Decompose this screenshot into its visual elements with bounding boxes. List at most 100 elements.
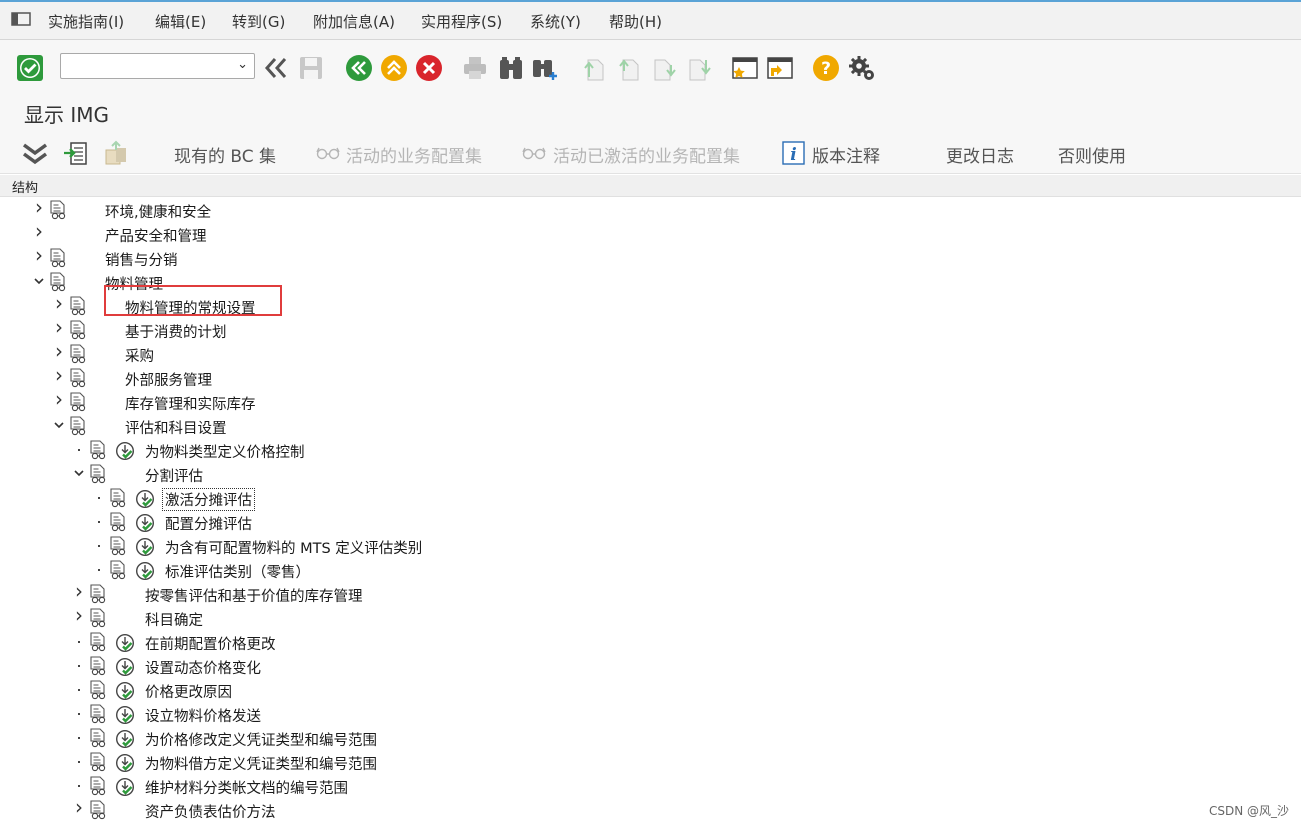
chevron-right-icon[interactable]: ›	[72, 579, 86, 603]
execute-activity-icon[interactable]	[115, 705, 135, 725]
execute-activity-icon[interactable]	[135, 561, 155, 581]
back-icon[interactable]	[345, 54, 373, 82]
menu-system[interactable]: 系统(Y)	[530, 11, 581, 32]
documentation-icon[interactable]	[69, 344, 88, 364]
execute-activity-icon[interactable]	[135, 489, 155, 509]
documentation-icon[interactable]	[89, 608, 108, 628]
tree-node-label[interactable]: 为价格修改定义凭证类型和编号范围	[145, 729, 377, 750]
shortcut-icon[interactable]	[766, 54, 794, 82]
tree-node-label[interactable]: 分割评估	[145, 465, 203, 486]
tree-node-label[interactable]: 销售与分销	[105, 249, 178, 270]
existing-bc-sets-button[interactable]: 现有的 BC 集	[174, 142, 276, 167]
documentation-icon[interactable]	[89, 464, 108, 484]
tree-node-label[interactable]: 评估和科目设置	[125, 417, 227, 438]
menu-edit[interactable]: 编辑(E)	[155, 11, 206, 32]
cancel-icon[interactable]	[415, 54, 443, 82]
documentation-icon[interactable]	[109, 512, 128, 532]
subtree-icon[interactable]	[62, 140, 90, 168]
menu-help[interactable]: 帮助(H)	[609, 11, 662, 32]
documentation-icon[interactable]	[69, 392, 88, 412]
tree-row[interactable]: › 销售与分销	[0, 243, 1301, 270]
tree-node-label[interactable]: 在前期配置价格更改	[145, 633, 276, 654]
documentation-icon[interactable]	[89, 584, 108, 604]
tree-row[interactable]: 标准评估类别（零售）	[0, 558, 1301, 582]
chevron-right-icon[interactable]: ›	[72, 795, 86, 819]
chevron-right-icon[interactable]: ›	[52, 315, 66, 339]
tree-row[interactable]: › 库存管理和实际库存	[0, 387, 1301, 414]
tree-row[interactable]: › 外部服务管理	[0, 363, 1301, 390]
execute-activity-icon[interactable]	[115, 729, 135, 749]
tree-node-label[interactable]: 价格更改原因	[145, 681, 232, 702]
tree-node-label[interactable]: 基于消费的计划	[125, 321, 227, 342]
execute-activity-icon[interactable]	[115, 441, 135, 461]
documentation-icon[interactable]	[49, 248, 68, 268]
tree-node-label[interactable]: 科目确定	[145, 609, 203, 630]
deprecated-button[interactable]: 否则使用	[1058, 142, 1126, 167]
tree-row[interactable]: 为物料类型定义价格控制	[0, 438, 1301, 462]
tree-row[interactable]: 为含有可配置物料的 MTS 定义评估类别	[0, 534, 1301, 558]
chevron-right-icon[interactable]: ›	[32, 243, 46, 267]
documentation-icon[interactable]	[89, 656, 108, 676]
enter-check-icon[interactable]	[16, 54, 44, 82]
tree-row[interactable]: › 基于消费的计划	[0, 315, 1301, 342]
tree-node-label[interactable]: 外部服务管理	[125, 369, 212, 390]
chevron-down-icon[interactable]	[32, 272, 46, 290]
chevron-right-icon[interactable]: ›	[52, 363, 66, 387]
documentation-icon[interactable]	[89, 752, 108, 772]
info-icon[interactable]: i	[782, 141, 805, 165]
tree-row[interactable]: 激活分摊评估	[0, 486, 1301, 511]
tree-row[interactable]: › 资产负债表估价方法	[0, 795, 1301, 822]
exit-icon[interactable]	[380, 54, 408, 82]
documentation-icon[interactable]	[109, 488, 128, 508]
tree-node-label[interactable]: 为含有可配置物料的 MTS 定义评估类别	[165, 537, 422, 558]
chevron-right-icon[interactable]: ›	[32, 195, 46, 219]
tree-row[interactable]: 为价格修改定义凭证类型和编号范围	[0, 726, 1301, 750]
tree-node-label[interactable]: 激活分摊评估	[162, 488, 255, 511]
tree-node-label[interactable]: 配置分摊评估	[165, 513, 252, 534]
documentation-icon[interactable]	[69, 296, 88, 316]
chevron-down-icon[interactable]	[72, 464, 86, 482]
documentation-icon[interactable]	[89, 704, 108, 724]
execute-activity-icon[interactable]	[115, 657, 135, 677]
command-input[interactable]	[61, 54, 231, 78]
tree-row[interactable]: 在前期配置价格更改	[0, 630, 1301, 654]
tree-node-label[interactable]: 按零售评估和基于价值的库存管理	[145, 585, 363, 606]
command-field[interactable]: ⌄	[60, 53, 255, 79]
find-next-icon[interactable]	[531, 54, 559, 82]
tree-node-label[interactable]: 设立物料价格发送	[145, 705, 261, 726]
documentation-icon[interactable]	[69, 368, 88, 388]
tree-row[interactable]: 设置动态价格变化	[0, 654, 1301, 678]
tree-row[interactable]: 评估和科目设置	[0, 414, 1301, 438]
chevron-down-icon[interactable]: ⌄	[237, 57, 248, 72]
tree-node-label[interactable]: 环境,健康和安全	[105, 201, 211, 222]
chevron-right-icon[interactable]: ›	[52, 291, 66, 315]
documentation-icon[interactable]	[89, 800, 108, 820]
tree-row[interactable]: 配置分摊评估	[0, 510, 1301, 534]
documentation-icon[interactable]	[109, 536, 128, 556]
tree-node-label[interactable]: 采购	[125, 345, 154, 366]
tree-row[interactable]: 设立物料价格发送	[0, 702, 1301, 726]
menu-utilities[interactable]: 实用程序(S)	[421, 11, 502, 32]
chevron-right-icon[interactable]: ›	[32, 219, 46, 243]
tree-row[interactable]: › 科目确定	[0, 603, 1301, 630]
documentation-icon[interactable]	[89, 728, 108, 748]
find-icon[interactable]	[497, 54, 525, 82]
documentation-icon[interactable]	[89, 632, 108, 652]
tree-node-label[interactable]: 产品安全和管理	[105, 225, 207, 246]
execute-activity-icon[interactable]	[135, 513, 155, 533]
menu-goto[interactable]: 转到(G)	[232, 11, 285, 32]
documentation-icon[interactable]	[89, 680, 108, 700]
tree-node-label[interactable]: 设置动态价格变化	[145, 657, 261, 678]
documentation-icon[interactable]	[49, 200, 68, 220]
tree-row[interactable]: 价格更改原因	[0, 678, 1301, 702]
tree-row[interactable]: › 按零售评估和基于价值的库存管理	[0, 579, 1301, 606]
tree-row[interactable]: 维护材料分类帐文档的编号范围	[0, 774, 1301, 798]
tree-node-label[interactable]: 库存管理和实际库存	[125, 393, 256, 414]
expand-all-icon[interactable]	[21, 141, 49, 167]
documentation-icon[interactable]	[89, 776, 108, 796]
help-icon[interactable]: ?	[812, 54, 840, 82]
back-double-icon[interactable]	[262, 54, 290, 82]
execute-activity-icon[interactable]	[115, 753, 135, 773]
menu-extras[interactable]: 附加信息(A)	[313, 11, 395, 32]
menu-implementation-guide[interactable]: 实施指南(I)	[48, 11, 124, 32]
